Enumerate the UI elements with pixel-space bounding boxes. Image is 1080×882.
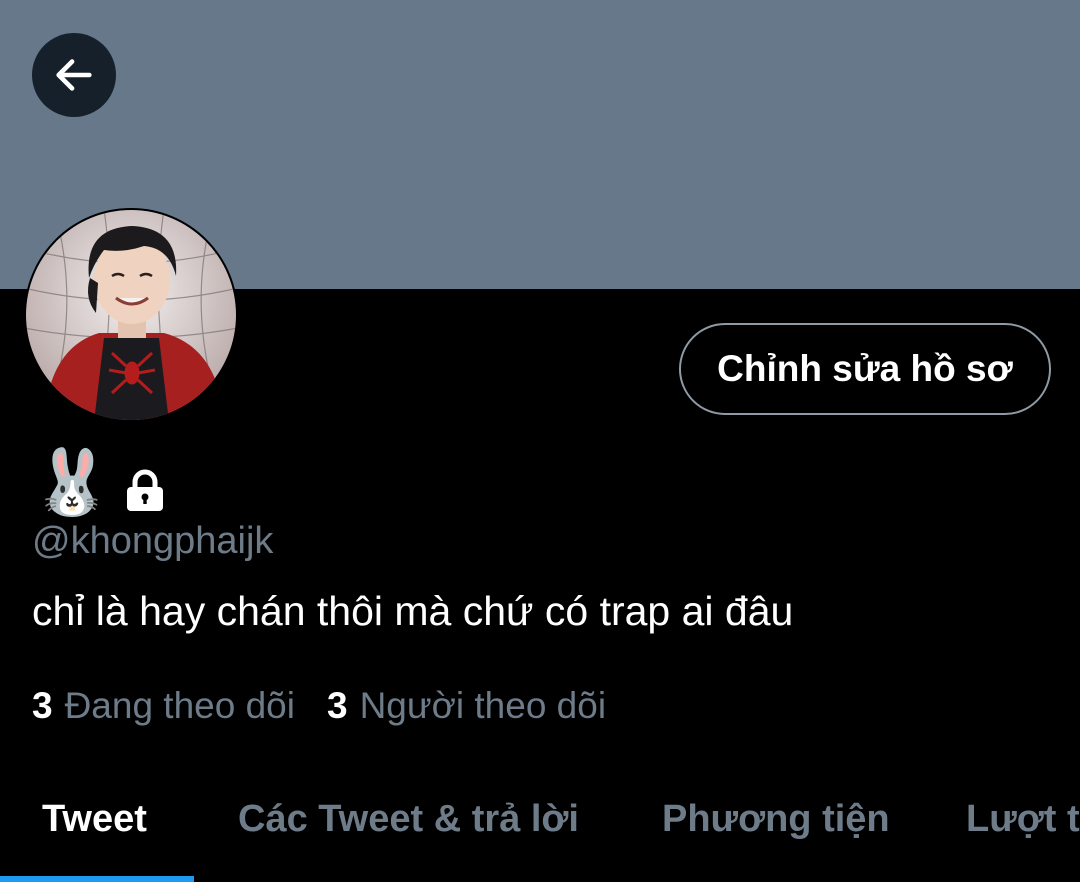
follow-stats: 3 Đang theo dõi 3 Người theo dõi [32, 685, 638, 727]
edit-profile-button[interactable]: Chỉnh sửa hồ sơ [679, 323, 1051, 415]
active-tab-indicator [0, 876, 194, 882]
tab-likes[interactable]: Lượt thích [966, 798, 1080, 841]
followers-label: Người theo dõi [359, 685, 607, 726]
display-name: 🐰 [32, 446, 112, 518]
tab-tweets[interactable]: Tweet [42, 798, 147, 841]
followers-stat[interactable]: 3 Người theo dõi [327, 685, 606, 727]
tab-tweets-and-replies[interactable]: Các Tweet & trả lời [238, 798, 579, 841]
arrow-left-icon [56, 59, 92, 91]
back-button[interactable] [32, 33, 116, 117]
profile-page: Chỉnh sửa hồ sơ 🐰 @khongphaijk chỉ là ha… [0, 0, 1080, 882]
user-handle: @khongphaijk [32, 520, 274, 562]
following-label: Đang theo dõi [64, 685, 295, 726]
avatar[interactable] [24, 208, 238, 422]
profile-bio: chỉ là hay chán thôi mà chứ có trap ai đ… [32, 588, 794, 634]
lock-icon [126, 469, 163, 511]
tab-media[interactable]: Phương tiện [662, 798, 890, 841]
followers-count: 3 [326, 685, 348, 726]
following-stat[interactable]: 3 Đang theo dõi [32, 685, 295, 727]
profile-tabs: Tweet Các Tweet & trả lời Phương tiện Lư… [0, 770, 1080, 882]
display-name-row: 🐰 [32, 440, 166, 524]
following-count: 3 [32, 685, 53, 726]
